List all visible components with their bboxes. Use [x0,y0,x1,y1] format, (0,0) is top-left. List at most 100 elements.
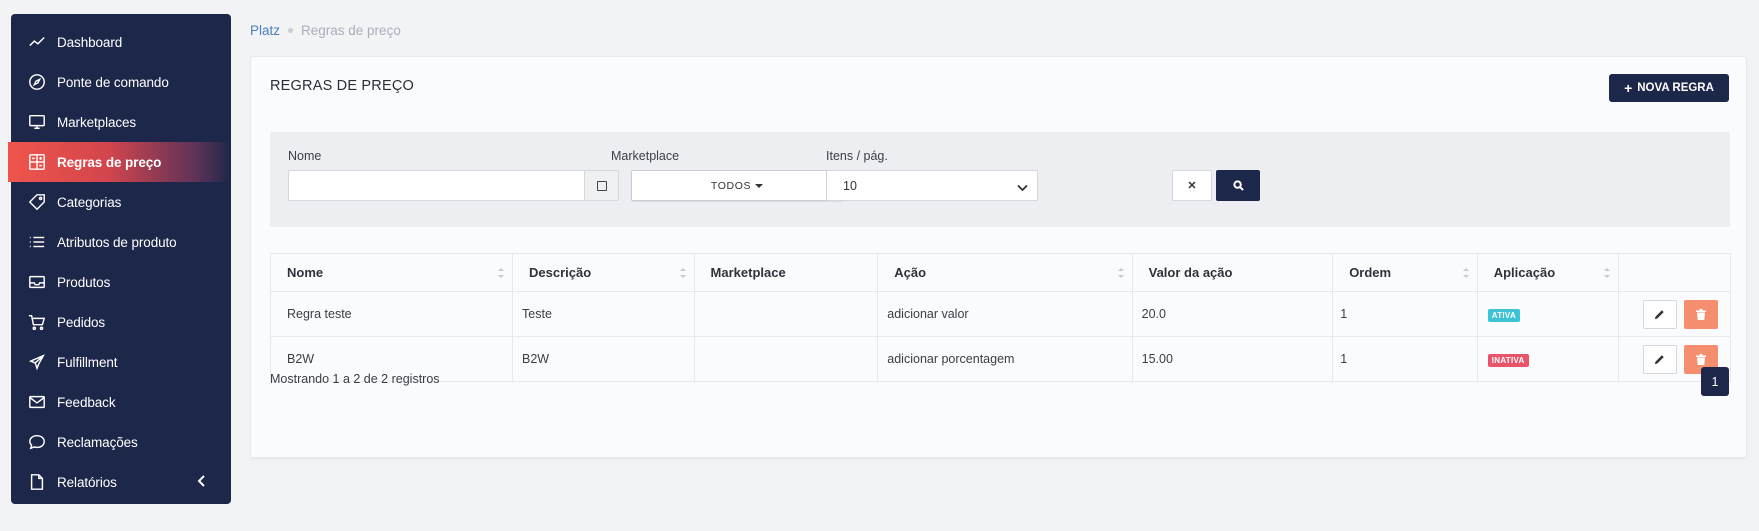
marketplace-filter-label: Marketplace [611,149,680,163]
new-rule-button-label: NOVA REGRA [1637,82,1714,94]
edit-button[interactable] [1642,299,1677,329]
new-rule-button[interactable]: + NOVA REGRA [1609,74,1729,102]
marketplace-dropdown-value: TODOS [710,179,752,192]
close-icon: ✕ [1187,180,1197,192]
main-card: REGRAS DE PREÇO + NOVA REGRA Nome Market… [250,56,1747,458]
search-button[interactable] [1216,170,1260,201]
column-header-marketplace: Marketplace [693,253,879,292]
chevron-left-icon[interactable] [197,474,211,490]
sidebar-item-pedidos[interactable]: Pedidos [11,302,231,342]
pencil-icon [1654,354,1665,365]
sort-icon [1117,268,1124,278]
calculator-icon [27,152,47,172]
pagination-page-1[interactable]: 1 [1701,367,1729,396]
table-row: Regra teste Teste adicionar valor 20.0 1… [269,291,1732,337]
trash-icon [1695,353,1706,365]
table-header-row: Nome Descrição Marketplace Ação Valor da… [269,253,1732,292]
breadcrumb-root-link[interactable]: Platz [250,23,280,38]
document-icon [27,472,47,492]
clear-filters-button[interactable]: ✕ [1172,170,1212,201]
checkbox-icon [596,180,607,191]
plus-icon: + [1624,80,1633,96]
list-icon [27,232,47,252]
trend-line-icon [27,32,47,52]
cell-nome: Regra teste [269,291,514,337]
items-per-page-label: Itens / pág. [826,149,888,163]
sidebar-item-label: Feedback [57,394,116,410]
sidebar-item-categorias[interactable]: Categorias [11,182,231,222]
cell-aplicacao: ATIVA [1476,291,1619,337]
name-filter-input[interactable] [288,170,585,201]
column-header-valor: Valor da ação [1131,253,1334,292]
sidebar-item-fulfillment[interactable]: Fulfillment [11,342,231,382]
sidebar-item-label: Pedidos [57,314,106,330]
status-badge: ATIVA [1487,308,1521,322]
sidebar-item-produtos[interactable]: Produtos [11,262,231,302]
pagination-info: Mostrando 1 a 2 de 2 registros [270,372,440,386]
sidebar-item-feedback[interactable]: Feedback [11,382,231,422]
breadcrumb-separator [288,28,294,33]
sidebar-item-atributos-de-produto[interactable]: Atributos de produto [11,222,231,262]
sidebar: Dashboard Ponte de comando Marketplaces … [8,14,231,504]
sidebar-item-ponte-de-comando[interactable]: Ponte de comando [11,62,231,102]
cell-aplicacao: INATIVA [1476,336,1619,382]
cell-valor: 15.00 [1131,336,1334,382]
sidebar-item-label: Fulfillment [57,354,118,370]
tag-icon [27,192,47,212]
table-row: B2W B2W adicionar porcentagem 15.00 1 IN… [269,336,1732,382]
column-header-ordem[interactable]: Ordem [1332,253,1478,292]
items-per-page-select[interactable]: 10 [826,170,1038,201]
monitor-icon [27,112,47,132]
cell-acao: adicionar valor [877,291,1133,337]
column-header-descricao[interactable]: Descrição [512,253,695,292]
trash-icon [1695,308,1706,320]
sidebar-item-label: Marketplaces [57,114,137,130]
sort-icon [498,268,505,278]
cell-valor: 20.0 [1131,291,1334,337]
search-icon [1232,180,1244,191]
marketplace-dropdown[interactable]: TODOS [631,170,843,201]
cell-acao: adicionar porcentagem [877,336,1133,382]
sidebar-item-marketplaces[interactable]: Marketplaces [11,102,231,142]
sidebar-item-label: Reclamações [57,434,138,450]
plane-icon [27,352,47,372]
sort-icon [1603,268,1610,278]
breadcrumb: Platz Regras de preço [250,23,401,38]
sidebar-item-label: Produtos [57,274,111,290]
sidebar-item-label: Dashboard [57,34,123,50]
pencil-icon [1654,309,1665,320]
sidebar-item-reclamacoes[interactable]: Reclamações [11,422,231,462]
name-filter-addon[interactable] [585,170,619,201]
sidebar-item-label: Atributos de produto [57,234,177,250]
cart-icon [27,312,47,332]
sidebar-item-label: Ponte de comando [57,74,169,90]
sort-icon [679,268,686,278]
page-title: REGRAS DE PREÇO [270,78,414,94]
sort-icon [1462,268,1469,278]
column-header-label: Ação [894,265,927,280]
column-header-label: Ordem [1349,265,1392,280]
edit-button[interactable] [1642,344,1677,374]
column-header-nome[interactable]: Nome [269,253,514,292]
sidebar-item-label: Regras de preço [57,154,162,170]
sidebar-item-relatorios[interactable]: Relatórios [11,462,231,502]
cell-descricao: Teste [512,291,695,337]
chevron-down-icon [1017,181,1028,192]
column-header-aplicacao[interactable]: Aplicação [1476,253,1619,292]
breadcrumb-current: Regras de preço [301,23,401,38]
sidebar-item-label: Categorias [57,194,122,210]
column-header-acao[interactable]: Ação [877,253,1133,292]
column-header-actions [1617,253,1732,292]
compass-icon [27,72,47,92]
sidebar-item-dashboard[interactable]: Dashboard [11,22,231,62]
delete-button[interactable] [1683,299,1718,329]
sidebar-item-label: Relatórios [57,474,117,490]
name-filter-label: Nome [288,149,322,163]
status-badge: INATIVA [1487,353,1529,367]
column-header-label: Descrição [529,265,592,280]
cell-ordem: 1 [1332,291,1478,337]
cell-actions [1617,291,1732,337]
sidebar-item-regras-de-preco[interactable]: Regras de preço [8,142,231,182]
filter-panel: Nome Marketplace TODOS Itens / pág. 10 ✕ [270,132,1730,227]
mail-icon [27,392,47,412]
